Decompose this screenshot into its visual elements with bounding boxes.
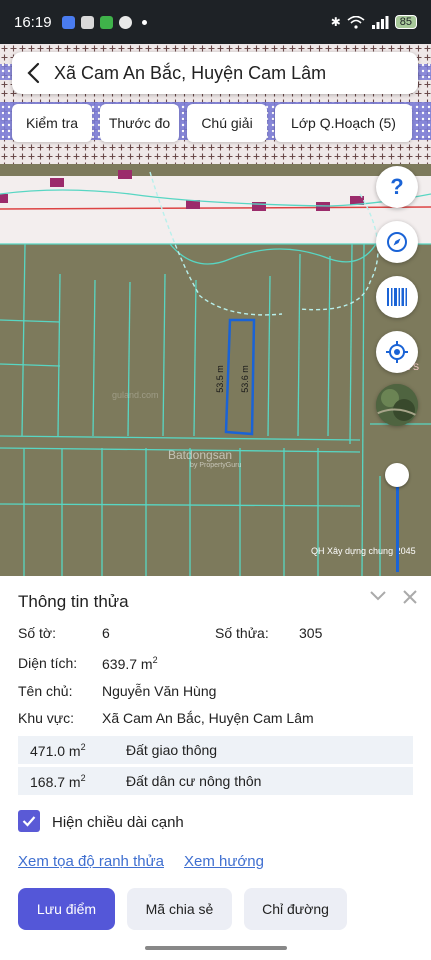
parcel-dimension-left: 53.5 m xyxy=(214,365,225,393)
land-use-area: 168.7 m xyxy=(30,774,81,790)
check-button[interactable]: Kiểm tra xyxy=(12,104,92,142)
view-boundary-coords-link[interactable]: Xem tọa độ ranh thửa xyxy=(18,853,164,870)
planning-layers-button[interactable]: Lớp Q.Hoạch (5) xyxy=(275,104,412,142)
directions-button[interactable]: Chỉ đường xyxy=(244,888,347,930)
share-code-button[interactable]: Mã chia sẻ xyxy=(127,888,232,930)
area-value: 639.7 m2 xyxy=(102,655,158,672)
view-direction-link[interactable]: Xem hướng xyxy=(184,853,264,870)
chrome-icon xyxy=(118,15,132,29)
show-edge-length-label[interactable]: Hiện chiều dài cạnh xyxy=(52,814,184,831)
barcode-button[interactable] xyxy=(376,276,418,318)
land-use-row: 471.0 m2 Đất giao thông xyxy=(18,736,413,764)
farmland xyxy=(0,244,431,576)
back-button[interactable] xyxy=(12,52,54,94)
more-notifications-icon xyxy=(141,19,147,25)
satellite-layer-button[interactable] xyxy=(376,384,418,426)
measure-button[interactable]: Thước đo xyxy=(100,104,179,142)
zalo-icon xyxy=(61,15,75,29)
plot-number-label: Số thửa: xyxy=(215,625,269,641)
owner-label: Tên chủ: xyxy=(18,683,73,699)
parcel-dimension-right: 53.6 m xyxy=(239,365,250,393)
compass-icon xyxy=(387,232,407,252)
location-title: Xã Cam An Bắc, Huyện Cam Lâm xyxy=(54,62,327,83)
land-use-row: 168.7 m2 Đất dân cư nông thôn xyxy=(18,767,413,795)
owner-value: Nguyễn Văn Hùng xyxy=(102,683,217,699)
parcel-info-panel: Thông tin thửa Số tờ: 6 Số thửa: 305 Diệ… xyxy=(0,576,431,960)
opacity-slider-knob[interactable] xyxy=(385,463,409,487)
status-time: 16:19 xyxy=(14,13,52,31)
chevron-left-icon xyxy=(27,62,40,84)
land-use-type: Đất dân cư nông thôn xyxy=(126,773,262,789)
notification-icons xyxy=(61,15,147,29)
plot-number-value: 305 xyxy=(299,625,323,641)
road-band xyxy=(0,176,431,244)
land-use-area: 471.0 m xyxy=(30,743,81,759)
faint-watermark: guland.com xyxy=(112,390,159,400)
compass-button[interactable] xyxy=(376,221,418,263)
wifi-icon xyxy=(347,15,365,29)
my-location-button[interactable] xyxy=(376,331,418,373)
region-value: Xã Cam An Bắc, Huyện Cam Lâm xyxy=(102,710,314,726)
sheet-number-value: 6 xyxy=(102,625,110,641)
bluetooth-icon: ✱ xyxy=(330,15,341,29)
barcode-icon xyxy=(387,288,407,306)
chevron-down-icon[interactable] xyxy=(369,590,387,602)
locate-icon xyxy=(386,341,408,363)
home-indicator[interactable] xyxy=(145,946,287,950)
map-toolbar: Kiểm tra Thước đo Chú giải Lớp Q.Hoạch (… xyxy=(12,104,420,142)
opacity-slider-track[interactable] xyxy=(396,476,399,572)
check-icon xyxy=(22,816,36,827)
panel-title: Thông tin thửa xyxy=(18,592,129,611)
sheet-number-label: Số tờ: xyxy=(18,625,56,641)
help-button[interactable]: ? xyxy=(376,166,418,208)
location-header: Xã Cam An Bắc, Huyện Cam Lâm xyxy=(12,52,418,94)
battery-indicator: 85 xyxy=(394,15,417,29)
batdongsan-watermark: Batdongsan by PropertyGuru xyxy=(168,448,242,469)
area-label: Diện tích: xyxy=(18,655,78,671)
app-icon xyxy=(99,15,113,29)
land-use-table: 471.0 m2 Đất giao thông 168.7 m2 Đất dân… xyxy=(18,736,413,798)
status-bar: 16:19 ✱ 85 xyxy=(0,0,431,44)
show-edge-length-checkbox[interactable] xyxy=(18,810,40,832)
legend-button[interactable]: Chú giải xyxy=(187,104,267,142)
save-point-button[interactable]: Lưu điểm xyxy=(18,888,115,930)
region-label: Khu vực: xyxy=(18,710,75,726)
satellite-thumbnail-icon xyxy=(376,384,418,426)
close-icon[interactable] xyxy=(403,590,417,604)
land-use-type: Đất giao thông xyxy=(126,742,218,758)
planning-layer-label: QH Xây dựng chung 2045 xyxy=(311,546,416,556)
question-icon: ? xyxy=(390,174,404,199)
shop-icon xyxy=(80,15,94,29)
signal-icon xyxy=(371,15,389,29)
